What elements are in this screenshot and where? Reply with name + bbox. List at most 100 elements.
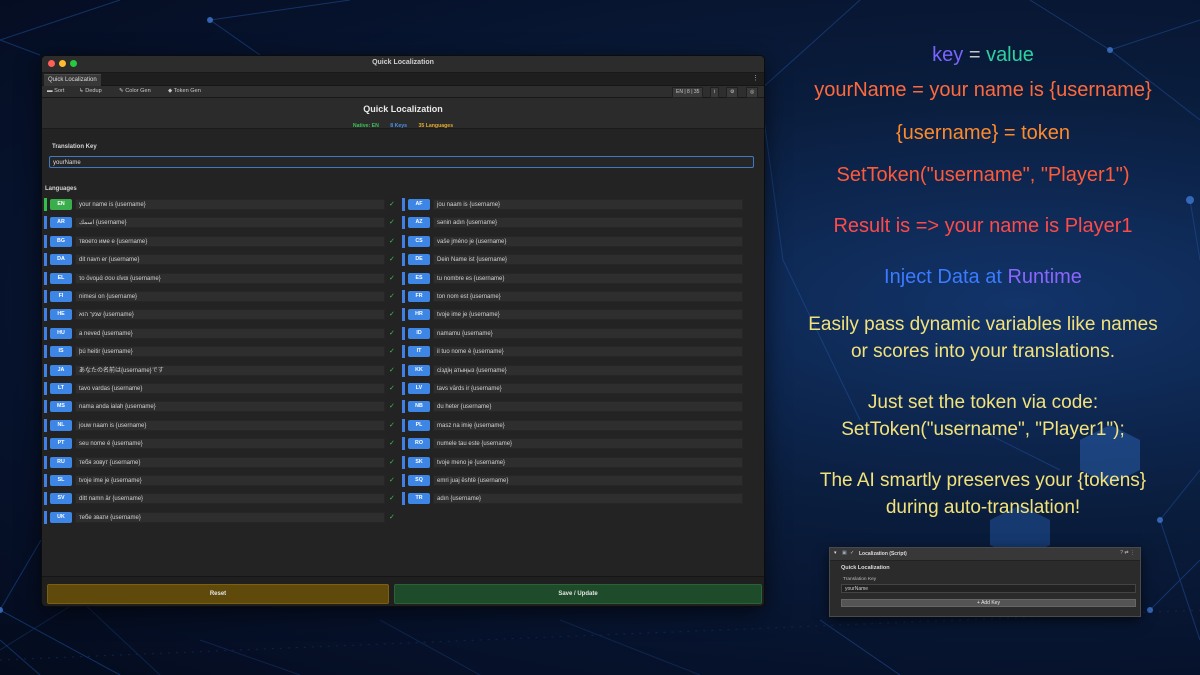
color-gen-button[interactable]: ✎ Color Gen	[119, 88, 151, 94]
translation-field[interactable]: ditt namn är {username}	[75, 493, 385, 505]
brush-icon: ✎	[119, 88, 124, 94]
language-code-button[interactable]: HE	[50, 309, 72, 321]
token-gen-button[interactable]: ◆ Token Gen	[168, 88, 201, 94]
info-icon[interactable]: i	[710, 87, 720, 98]
translation-field[interactable]: тебя зовут {username}	[75, 456, 385, 468]
language-code-button[interactable]: IS	[50, 346, 72, 358]
translation-field[interactable]: tavo vardas {username}	[75, 383, 385, 394]
tab-quick-localization[interactable]: Quick Localization	[44, 74, 101, 86]
language-code-button[interactable]: EL	[50, 272, 72, 284]
translation-field[interactable]: jouw naam is {username}	[75, 419, 385, 431]
language-code-button[interactable]: RU	[50, 456, 72, 468]
language-row: AFjou naam is {username}✓	[402, 198, 764, 211]
promo-runtime: Runtime	[1007, 266, 1082, 288]
globe-icon[interactable]: ◎	[746, 87, 759, 98]
inspector-menu-icon[interactable]: ? ⇄ ⋮	[1120, 550, 1135, 556]
language-code-button[interactable]: HR	[408, 309, 430, 321]
language-code-button[interactable]: DA	[50, 254, 72, 266]
language-row: FI nimesi on {username} ✓	[44, 290, 397, 303]
translation-field[interactable]: a neved {username}	[75, 327, 385, 339]
chevron-down-icon[interactable]: ▾	[834, 550, 837, 556]
language-code-button[interactable]: KK	[408, 364, 430, 376]
translation-field[interactable]: tavs vārds ir {username}	[433, 383, 743, 394]
sort-button[interactable]: ▬ Sort	[47, 88, 64, 94]
language-code-button[interactable]: ID	[408, 327, 430, 339]
translation-field[interactable]: masz na imię {username}	[433, 419, 743, 431]
translation-field[interactable]: сіздің атыңыз {username}	[433, 364, 743, 376]
translation-field[interactable]: jou naam is {username}	[433, 199, 743, 210]
language-row: ROnumele tau este {username}✓	[402, 437, 764, 451]
language-code-button[interactable]: MS	[50, 401, 72, 413]
translation-field[interactable]: dit navn er {username}	[75, 254, 385, 266]
language-code-button[interactable]: SQ	[408, 475, 430, 486]
language-code-button[interactable]: EN	[50, 199, 72, 210]
language-code-button[interactable]: NL	[50, 419, 72, 431]
language-code-button[interactable]: NB	[408, 401, 430, 413]
language-row: DEDein Name ist {username}✓	[402, 253, 764, 267]
translation-field[interactable]: Dein Name ist {username}	[433, 254, 743, 266]
check-icon: ✓	[389, 329, 395, 337]
save-update-button[interactable]: Save / Update	[394, 584, 762, 604]
translation-field[interactable]: vaše jméno je {username}	[433, 235, 743, 247]
language-code-button[interactable]: LV	[408, 383, 430, 394]
language-code-button[interactable]: ES	[408, 272, 430, 284]
language-code-button[interactable]: AR	[50, 217, 72, 229]
language-row-indicator	[44, 474, 47, 487]
translation-field[interactable]: שמך הוא {username}	[75, 309, 385, 321]
language-code-button[interactable]: LT	[50, 383, 72, 394]
translation-field[interactable]: το όνομά σου είναι {username}	[75, 272, 385, 284]
language-code-button[interactable]: FR	[408, 291, 430, 302]
language-code-button[interactable]: SL	[50, 475, 72, 486]
tab-menu-icon[interactable]: ⋮	[752, 74, 759, 82]
language-code-button[interactable]: SK	[408, 456, 430, 468]
language-row-indicator	[402, 326, 405, 340]
checkbox-icon[interactable]: ✓	[850, 550, 854, 556]
translation-field[interactable]: adın {username}	[433, 493, 743, 505]
translation-field[interactable]: du heter {username}	[433, 401, 743, 413]
translation-field[interactable]: اسمك {username}	[75, 217, 385, 229]
language-code-button[interactable]: BG	[50, 235, 72, 247]
language-code-button[interactable]: TR	[408, 493, 430, 505]
translation-field[interactable]: твоето име е {username}	[75, 235, 385, 247]
language-code-button[interactable]: AF	[408, 199, 430, 210]
translation-field[interactable]: tvoje ime je {username}	[75, 475, 385, 486]
language-code-button[interactable]: DE	[408, 254, 430, 266]
language-code-button[interactable]: UK	[50, 511, 72, 523]
gear-icon[interactable]: ⚙	[726, 87, 739, 98]
toolbar: ▬ Sort ↳ Dedup ✎ Color Gen ◆ Token Gen E…	[42, 86, 764, 98]
language-code-button[interactable]: SV	[50, 493, 72, 505]
translation-field[interactable]: your name is {username}	[75, 199, 385, 210]
translation-field[interactable]: tvoje meno je {username}	[433, 456, 743, 468]
add-key-button[interactable]: + Add Key	[841, 599, 1136, 607]
translation-field[interactable]: numele tau este {username}	[433, 438, 743, 450]
translation-field[interactable]: seu nome é {username}	[75, 438, 385, 450]
inspector-key-input[interactable]: yourName	[841, 584, 1136, 593]
translation-field[interactable]: tu nombre es {username}	[433, 272, 743, 284]
language-code-button[interactable]: JA	[50, 364, 72, 376]
reset-button[interactable]: Reset	[47, 584, 389, 604]
language-code-button[interactable]: AZ	[408, 217, 430, 229]
language-code-button[interactable]: HU	[50, 327, 72, 339]
translation-field[interactable]: þú heitir {username}	[75, 346, 385, 358]
translation-field[interactable]: ton nom est {username}	[433, 291, 743, 302]
translation-field[interactable]: nama anda ialah {username}	[75, 401, 385, 413]
translation-field[interactable]: nimesi on {username}	[75, 291, 385, 302]
translation-field[interactable]: あなたの名前は{username}です	[75, 364, 385, 376]
translation-field[interactable]: namamu {username}	[433, 327, 743, 339]
language-code-button[interactable]: IT	[408, 346, 430, 358]
language-row-indicator	[402, 290, 405, 303]
language-code-button[interactable]: CS	[408, 235, 430, 247]
translation-field[interactable]: il tuo nome è {username}	[433, 346, 743, 358]
dedup-button[interactable]: ↳ Dedup	[79, 88, 102, 94]
translation-field[interactable]: tvoje ime je {username}	[433, 309, 743, 321]
inspector-title: Localization (Script)	[859, 551, 907, 557]
translation-field[interactable]: тебе звати {username}	[75, 511, 385, 523]
language-code-button[interactable]: PT	[50, 438, 72, 450]
language-code-button[interactable]: PL	[408, 419, 430, 431]
translation-key-input[interactable]: yourName	[49, 156, 754, 168]
translation-field[interactable]: emri juaj është {username}	[433, 475, 743, 486]
language-code-button[interactable]: FI	[50, 291, 72, 302]
language-code-button[interactable]: RO	[408, 438, 430, 450]
translation-field[interactable]: sənin adın {username}	[433, 217, 743, 229]
folder-icon: ▬	[47, 88, 53, 94]
